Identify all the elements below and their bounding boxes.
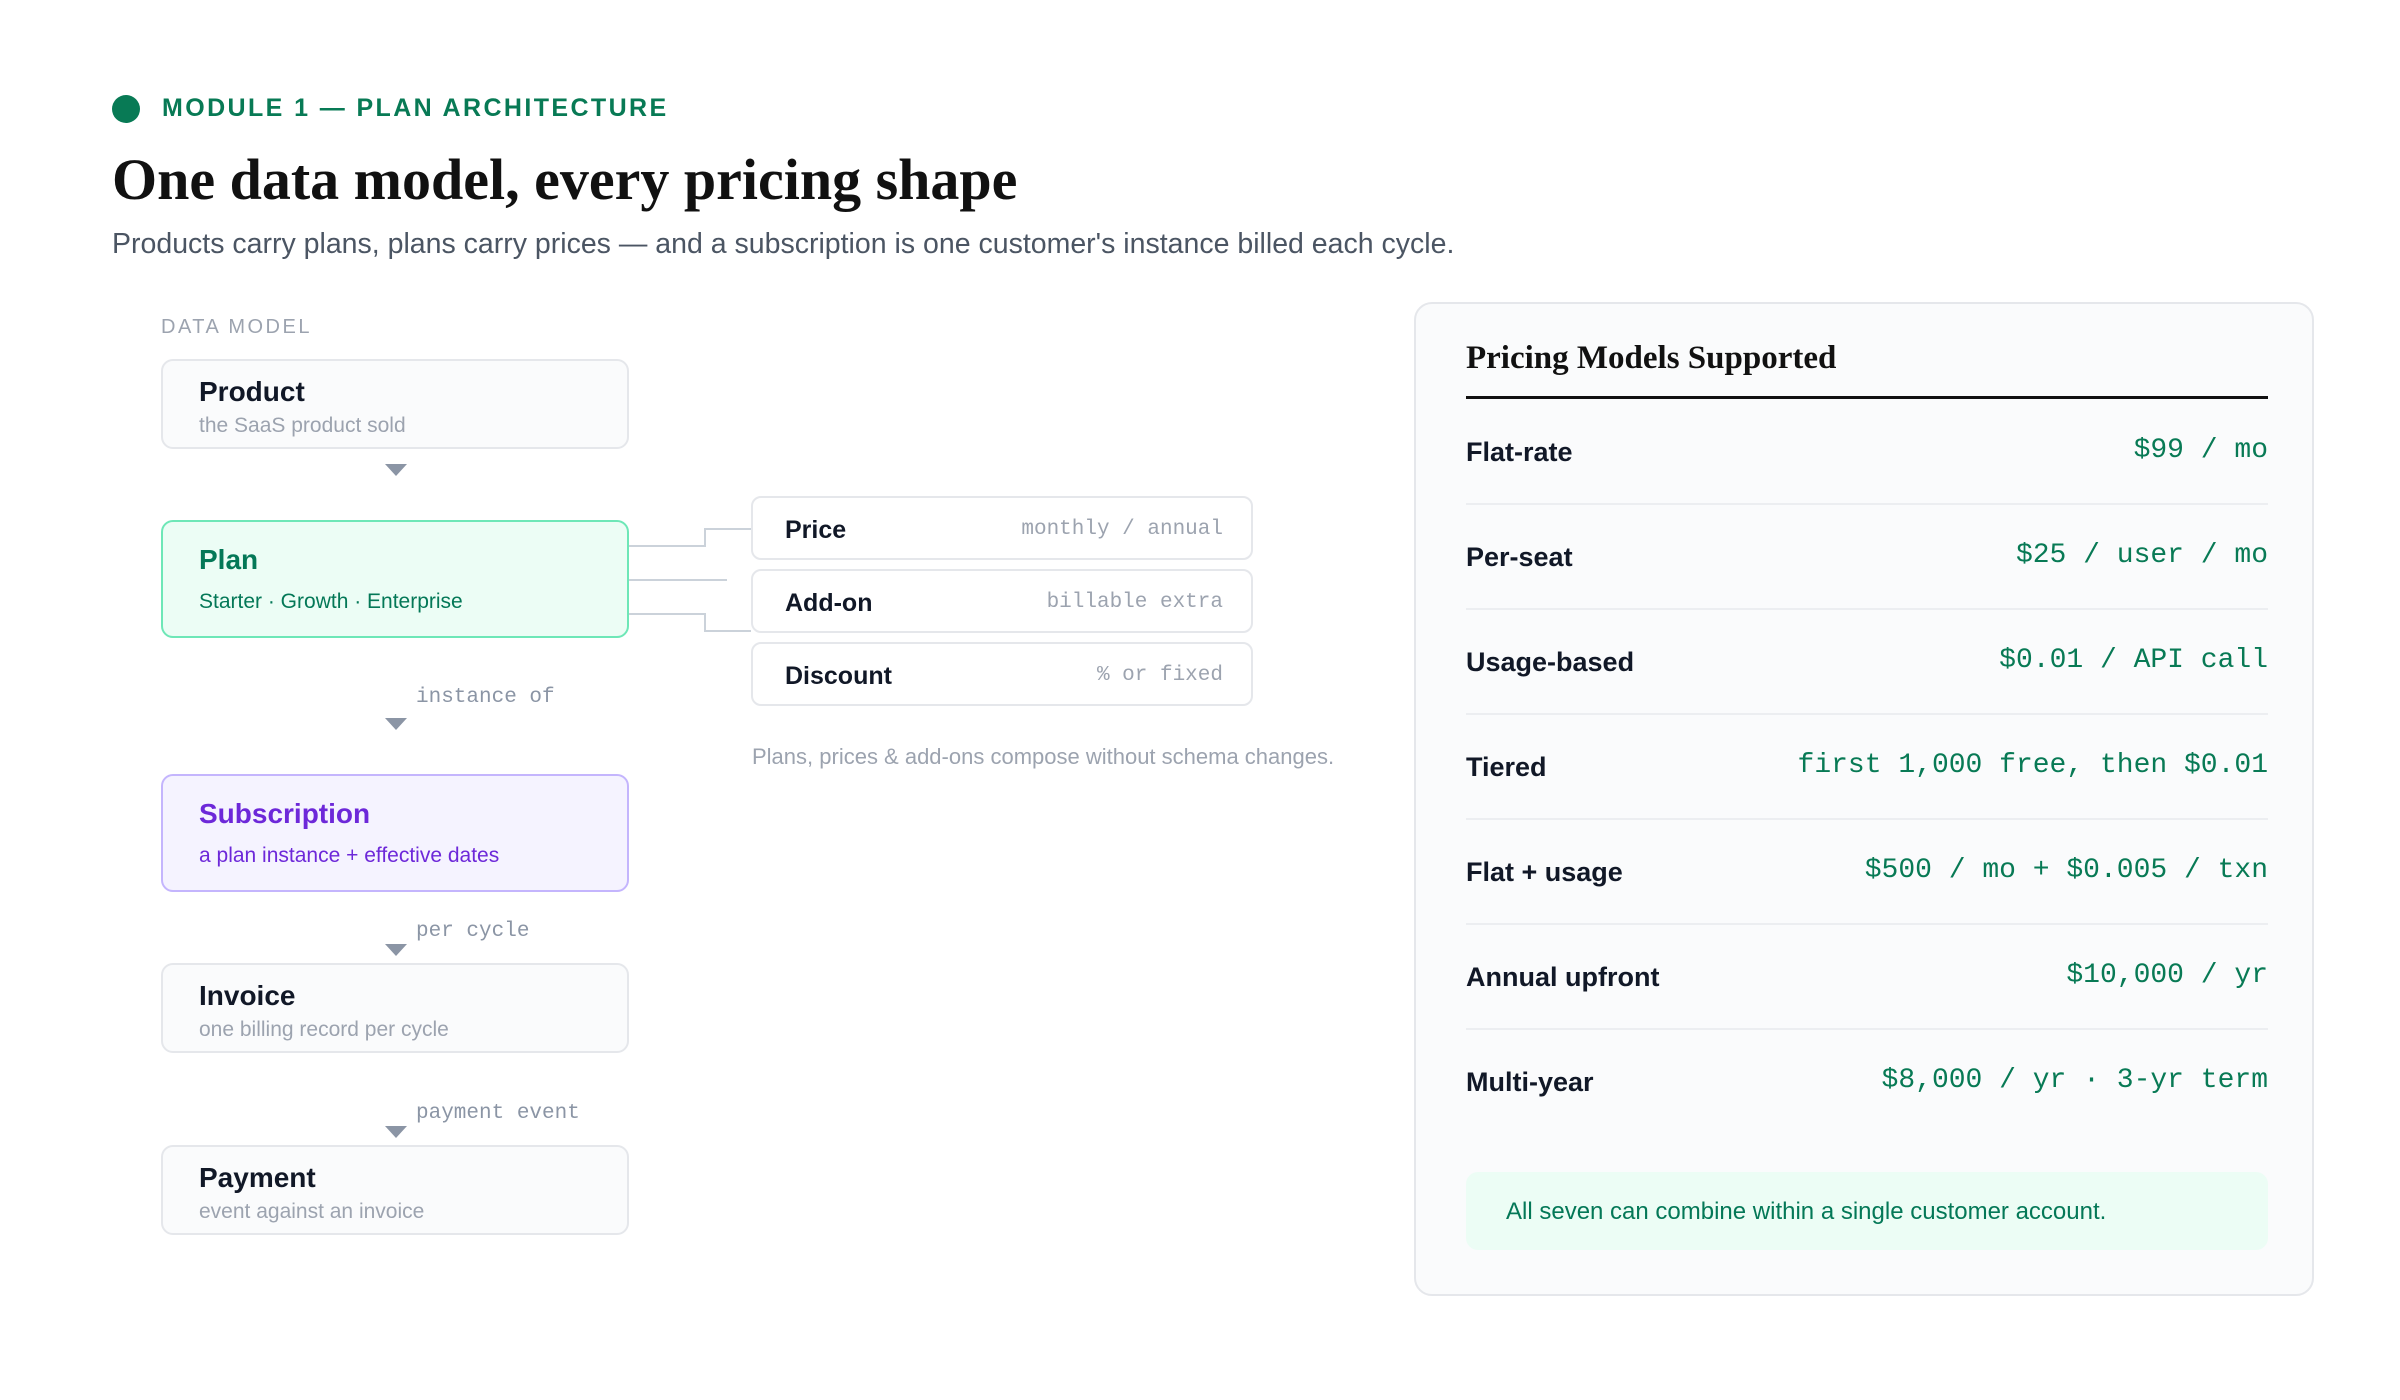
node-plan: Plan Starter · Growth · Enterprise — [161, 520, 629, 638]
edge-label-instance-of: instance of — [416, 686, 555, 709]
pricing-row-name: Flat + usage — [1466, 857, 1623, 887]
pricing-row-value: first 1,000 free, then $0.01 — [1797, 750, 2268, 781]
pricing-panel-note: All seven can combine within a single cu… — [1466, 1172, 2268, 1250]
component-addon-name: Add-on — [785, 589, 873, 617]
node-subscription: Subscription a plan instance + effective… — [161, 774, 629, 892]
node-invoice: Invoice one billing record per cycle — [161, 963, 629, 1053]
node-payment-sub: event against an invoice — [199, 1200, 425, 1223]
pricing-models-panel: Pricing Models Supported Flat-rate $99 /… — [1414, 302, 2314, 1296]
pricing-row-multi-year: Multi-year $8,000 / yr · 3-yr term — [1466, 1029, 2268, 1133]
node-subscription-sub: a plan instance + effective dates — [199, 844, 500, 867]
pricing-row-name: Annual upfront — [1466, 962, 1660, 992]
arrow-down-icon — [385, 718, 407, 730]
node-product: Product the SaaS product sold — [161, 359, 629, 449]
pricing-row-tiered: Tiered first 1,000 free, then $0.01 — [1466, 714, 2268, 820]
pricing-row-flat-rate: Flat-rate $99 / mo — [1466, 399, 2268, 505]
pricing-row-value: $8,000 / yr · 3-yr term — [1881, 1065, 2268, 1096]
node-subscription-title: Subscription — [199, 798, 371, 829]
node-product-title: Product — [199, 376, 305, 407]
arrow-down-icon — [385, 1126, 407, 1138]
component-price-name: Price — [785, 516, 847, 544]
node-product-sub: the SaaS product sold — [199, 414, 406, 437]
pricing-row-name: Per-seat — [1466, 542, 1573, 572]
component-discount: Discount % or fixed — [751, 642, 1253, 706]
arrow-down-icon — [385, 944, 407, 956]
components-note: Plans, prices & add-ons compose without … — [752, 744, 1335, 769]
pricing-row-per-seat: Per-seat $25 / user / mo — [1466, 504, 2268, 610]
pricing-row-name: Flat-rate — [1466, 437, 1573, 467]
plan-to-discount-connector — [629, 613, 751, 632]
pricing-row-value: $99 / mo — [2133, 435, 2268, 466]
edge-label-per-cycle: per cycle — [416, 920, 530, 943]
edge-label-payment-event: payment event — [416, 1102, 580, 1125]
pricing-row-name: Usage-based — [1466, 647, 1635, 677]
component-discount-value: % or fixed — [1096, 664, 1223, 687]
node-invoice-title: Invoice — [199, 980, 296, 1011]
pricing-row-annual-upfront: Annual upfront $10,000 / yr — [1466, 924, 2268, 1030]
node-invoice-sub: one billing record per cycle — [199, 1018, 449, 1041]
plan-to-price-connector — [629, 528, 751, 547]
component-addon-value: billable extra — [1046, 591, 1223, 614]
arrow-down-icon — [385, 464, 407, 476]
component-price: Price monthly / annual — [751, 496, 1253, 560]
component-discount-name: Discount — [785, 662, 892, 690]
pricing-row-flat-plus-usage: Flat + usage $500 / mo + $0.005 / txn — [1466, 819, 2268, 925]
pricing-row-value: $500 / mo + $0.005 / txn — [1864, 855, 2268, 886]
pricing-row-name: Multi-year — [1466, 1067, 1594, 1097]
pricing-row-value: $10,000 / yr — [2066, 960, 2268, 991]
node-plan-sub: Starter · Growth · Enterprise — [199, 590, 463, 613]
component-price-value: monthly / annual — [1021, 518, 1223, 541]
node-payment-title: Payment — [199, 1162, 316, 1193]
pricing-row-usage-based: Usage-based $0.01 / API call — [1466, 609, 2268, 715]
node-plan-title: Plan — [199, 544, 259, 575]
component-addon: Add-on billable extra — [751, 569, 1253, 633]
pricing-row-value: $25 / user / mo — [2015, 540, 2268, 571]
pricing-panel-title: Pricing Models Supported — [1466, 340, 1837, 376]
pricing-row-value: $0.01 / API call — [1999, 645, 2268, 676]
node-payment: Payment event against an invoice — [161, 1145, 629, 1235]
pricing-row-name: Tiered — [1466, 752, 1547, 782]
pricing-panel-note-text: All seven can combine within a single cu… — [1506, 1198, 2107, 1225]
